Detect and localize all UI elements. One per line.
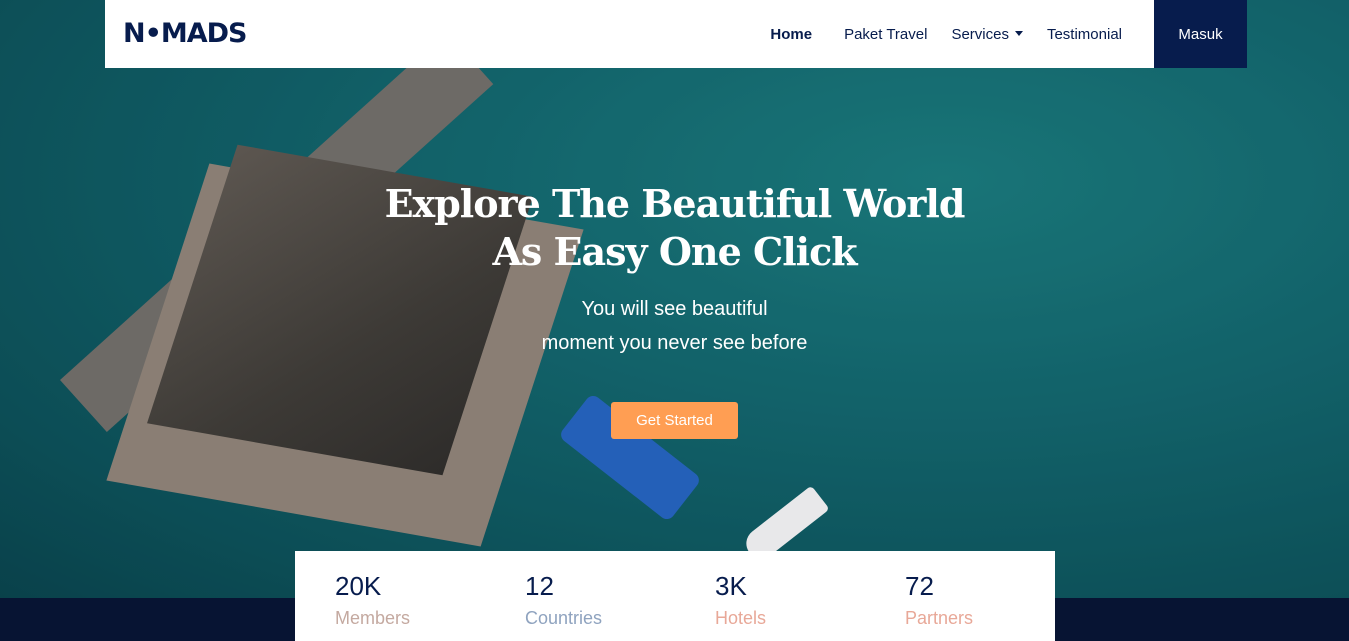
caret-down-icon bbox=[1014, 30, 1023, 36]
stat-label: Hotels bbox=[715, 608, 767, 628]
nav-services[interactable]: Services bbox=[951, 26, 1023, 43]
stat-label: Partners bbox=[905, 608, 974, 628]
nav-home[interactable]: Home bbox=[770, 26, 812, 43]
get-started-button[interactable]: Get Started bbox=[611, 402, 738, 439]
hero-title-line1: Explore The Beautiful World bbox=[384, 181, 966, 226]
nav-testimonial[interactable]: Testimonial bbox=[1047, 26, 1122, 43]
nav-paket-travel[interactable]: Paket Travel bbox=[844, 26, 927, 43]
stat-value: 3K bbox=[715, 571, 747, 601]
stat-members: 20K Members bbox=[295, 551, 485, 641]
hero-subtitle-line2: moment you never see before bbox=[541, 332, 808, 354]
login-button[interactable]: Masuk bbox=[1154, 0, 1247, 68]
nav-menu: Home Paket Travel Services Testimonial bbox=[746, 0, 1122, 68]
navbar: N•MADS Home Paket Travel Services Testim… bbox=[105, 0, 1247, 68]
hero-title: Explore The Beautiful World As Easy One C… bbox=[0, 180, 1349, 276]
hero-subtitle: You will see beautiful moment you never s… bbox=[0, 292, 1349, 360]
hero-content: Explore The Beautiful World As Easy One C… bbox=[0, 180, 1349, 439]
stat-value: 72 bbox=[905, 571, 934, 601]
stat-label: Countries bbox=[525, 608, 603, 628]
stat-label: Members bbox=[335, 608, 411, 628]
hero-title-line2: As Easy One Click bbox=[492, 229, 857, 274]
hero-subtitle-line1: You will see beautiful bbox=[581, 298, 768, 320]
stat-value: 20K bbox=[335, 571, 382, 601]
stat-hotels: 3K Hotels bbox=[675, 551, 865, 641]
stat-partners: 72 Partners bbox=[865, 551, 1055, 641]
stat-countries: 12 Countries bbox=[485, 551, 675, 641]
stats-panel: 20K Members 12 Countries 3K Hotels 72 Partne… bbox=[295, 551, 1055, 641]
stat-value: 12 bbox=[525, 571, 554, 601]
nav-services-label: Services bbox=[951, 25, 1009, 43]
logo[interactable]: N•MADS bbox=[123, 18, 247, 49]
